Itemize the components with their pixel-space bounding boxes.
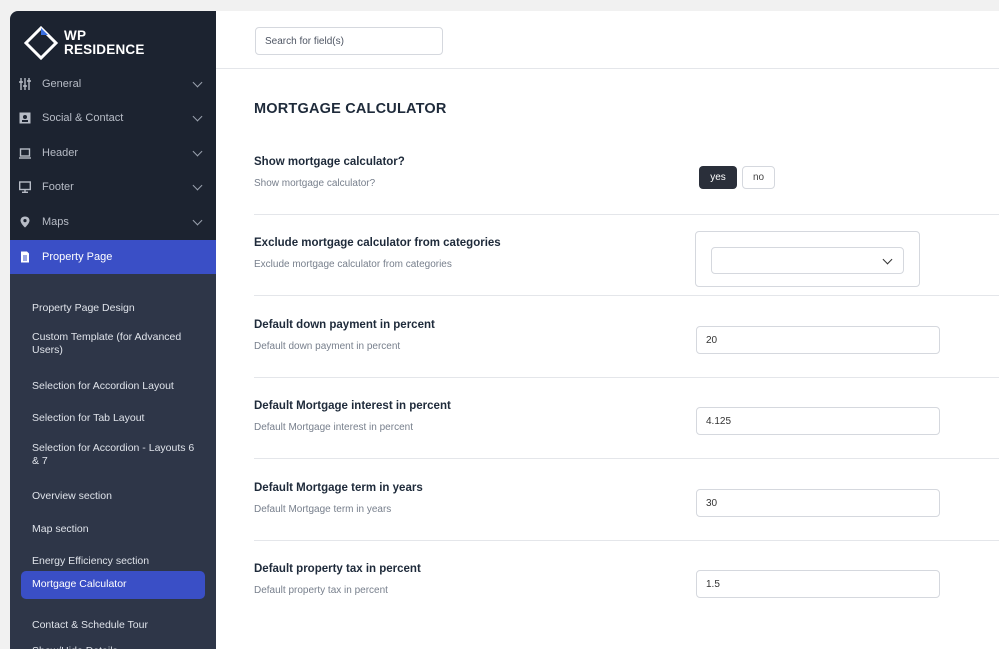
- chevron-down-icon: [192, 77, 203, 88]
- contact-card-icon: [19, 112, 31, 124]
- show-calc-title: Show mortgage calculator?: [254, 156, 405, 168]
- sidebar-item-footer[interactable]: Footer: [10, 170, 216, 204]
- exclude-title: Exclude mortgage calculator from categor…: [254, 237, 501, 249]
- exclude-desc: Exclude mortgage calculator from categor…: [254, 259, 452, 270]
- down-payment-field[interactable]: [696, 326, 940, 354]
- divider: [254, 214, 999, 215]
- laptop-icon: [19, 147, 31, 159]
- interest-title: Default Mortgage interest in percent: [254, 400, 451, 412]
- subitem-map-section[interactable]: Map section: [21, 516, 205, 544]
- term-desc: Default Mortgage term in years: [254, 504, 392, 515]
- divider: [254, 458, 999, 459]
- top-bar: [216, 11, 999, 69]
- sidebar-item-header[interactable]: Header: [10, 136, 216, 170]
- monitor-icon: [19, 181, 31, 193]
- term-title: Default Mortgage term in years: [254, 482, 423, 494]
- chevron-down-icon: [192, 180, 203, 191]
- subitem-show-hide-details[interactable]: Show/Hide Details: [21, 638, 205, 649]
- subitem-custom-template[interactable]: Custom Template (for Advanced Users): [21, 327, 205, 361]
- sidebar-item-maps[interactable]: Maps: [10, 205, 216, 239]
- sidebar-item-general[interactable]: General: [10, 67, 216, 101]
- main-content: MORTGAGE CALCULATOR Show mortgage calcul…: [216, 11, 999, 649]
- tax-desc: Default property tax in percent: [254, 585, 388, 596]
- sidebar-item-social-contact[interactable]: Social & Contact: [10, 101, 216, 135]
- brand-logo[interactable]: WP RESIDENCE: [24, 21, 145, 65]
- sliders-icon: [19, 78, 31, 90]
- divider: [254, 295, 999, 296]
- interest-field[interactable]: [696, 407, 940, 435]
- search-input[interactable]: [255, 27, 443, 55]
- subitem-contact-schedule-tour[interactable]: Contact & Schedule Tour: [21, 612, 205, 640]
- subitem-tab-layout[interactable]: Selection for Tab Layout: [21, 405, 205, 433]
- divider: [254, 377, 999, 378]
- brand-name: WP RESIDENCE: [64, 28, 145, 57]
- down-payment-desc: Default down payment in percent: [254, 341, 401, 352]
- map-pin-icon: [19, 216, 31, 228]
- exclude-categories-box: [695, 231, 920, 287]
- show-calc-desc: Show mortgage calculator?: [254, 178, 376, 189]
- sidebar: WP RESIDENCE General Social & Contact He…: [10, 11, 216, 649]
- tax-field[interactable]: [696, 570, 940, 598]
- down-payment-title: Default down payment in percent: [254, 319, 435, 331]
- exclude-categories-select[interactable]: [711, 247, 904, 274]
- subitem-property-page-design[interactable]: Property Page Design: [21, 295, 205, 323]
- page-title: MORTGAGE CALCULATOR: [254, 101, 447, 117]
- chevron-down-icon: [192, 215, 203, 226]
- term-field[interactable]: [696, 489, 940, 517]
- property-page-submenu: Property Page Design Custom Template (fo…: [10, 274, 216, 649]
- logo-icon: [24, 26, 58, 60]
- document-icon: [19, 251, 31, 263]
- tax-title: Default property tax in percent: [254, 563, 421, 575]
- subitem-accordion-layouts-6-7[interactable]: Selection for Accordion - Layouts 6 & 7: [21, 438, 205, 472]
- sidebar-item-property-page[interactable]: Property Page: [10, 240, 216, 274]
- subitem-mortgage-calculator[interactable]: Mortgage Calculator: [21, 571, 205, 599]
- subitem-accordion-layout[interactable]: Selection for Accordion Layout: [21, 373, 205, 401]
- chevron-down-icon: [192, 146, 203, 157]
- chevron-down-icon: [882, 254, 893, 265]
- divider: [254, 540, 999, 541]
- yes-button[interactable]: yes: [699, 166, 737, 189]
- chevron-down-icon: [192, 111, 203, 122]
- subitem-overview-section[interactable]: Overview section: [21, 483, 205, 511]
- no-button[interactable]: no: [742, 166, 775, 189]
- interest-desc: Default Mortgage interest in percent: [254, 422, 413, 433]
